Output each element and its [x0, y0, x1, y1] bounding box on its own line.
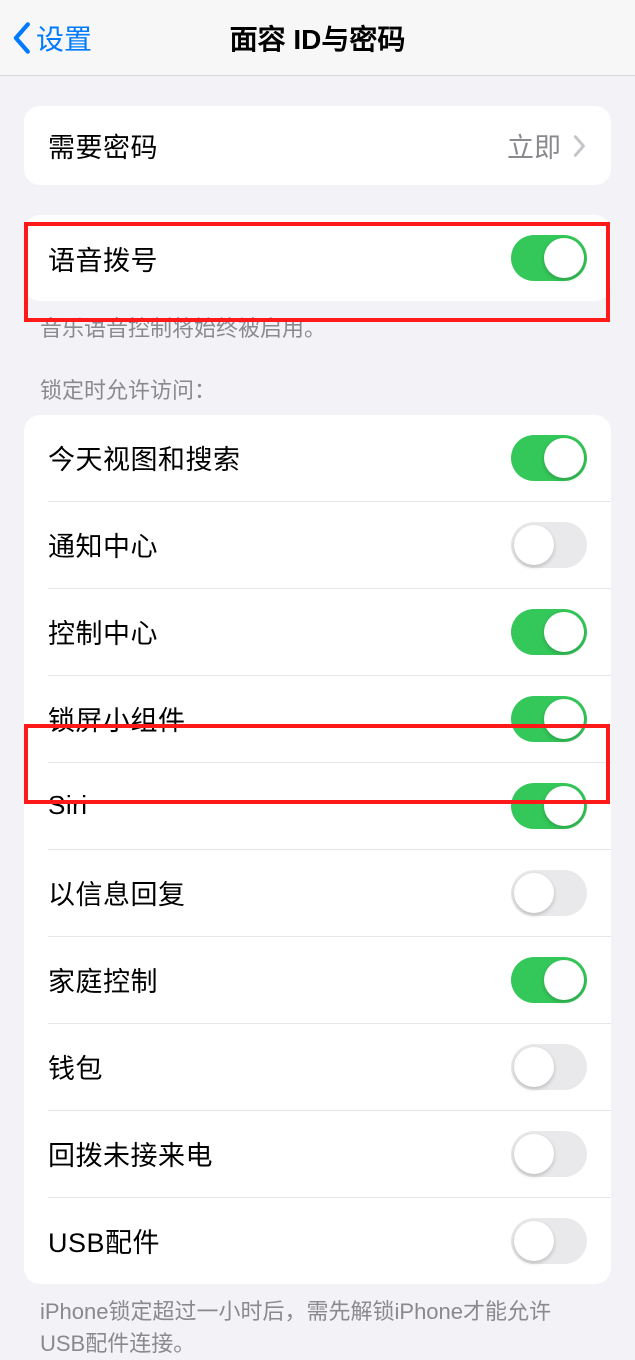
lock-item-label: 家庭控制 [48, 960, 158, 999]
voice-dial-footer: 音乐语音控制将始终被启用。 [0, 301, 635, 345]
lock-item-toggle[interactable] [511, 1218, 587, 1264]
lock-item-label: USB配件 [48, 1221, 160, 1260]
chevron-right-icon [573, 134, 587, 158]
voice-dial-label: 语音拨号 [48, 239, 158, 278]
back-label: 设置 [36, 18, 92, 58]
usb-footer: iPhone锁定超过一小时后，需先解锁iPhone才能允许USB配件连接。 [0, 1284, 635, 1360]
lock-item-toggle[interactable] [511, 609, 587, 655]
lock-item-toggle[interactable] [511, 435, 587, 481]
voice-dial-group: 语音拨号 [24, 215, 611, 301]
voice-dial-row: 语音拨号 [24, 215, 611, 301]
lock-item-row: 通知中心 [48, 501, 611, 588]
voice-dial-toggle[interactable] [511, 235, 587, 281]
require-passcode-value: 立即 [507, 126, 561, 165]
lock-item-row: 家庭控制 [48, 936, 611, 1023]
lock-item-toggle[interactable] [511, 870, 587, 916]
lock-item-row: 锁屏小组件 [48, 675, 611, 762]
require-passcode-group: 需要密码 立即 [24, 106, 611, 185]
lock-item-row: 今天视图和搜索 [24, 415, 611, 501]
lock-item-label: 钱包 [48, 1047, 103, 1086]
lock-item-row: USB配件 [48, 1197, 611, 1284]
lock-item-toggle[interactable] [511, 1044, 587, 1090]
lock-item-label: 控制中心 [48, 612, 158, 651]
lock-item-row: Siri [48, 762, 611, 849]
lock-item-toggle[interactable] [511, 1131, 587, 1177]
lock-item-toggle[interactable] [511, 522, 587, 568]
page-title: 面容 ID与密码 [0, 18, 635, 58]
lock-item-label: Siri [48, 790, 88, 821]
lock-item-row: 回拨未接来电 [48, 1110, 611, 1197]
lock-item-row: 钱包 [48, 1023, 611, 1110]
lock-item-label: 锁屏小组件 [48, 699, 186, 738]
lock-access-group: 今天视图和搜索通知中心控制中心锁屏小组件 Siri 以信息回复家庭控制钱包回拨未接来… [24, 415, 611, 1284]
lock-item-label: 通知中心 [48, 525, 158, 564]
lock-item-label: 今天视图和搜索 [48, 438, 241, 477]
lock-item-label: 回拨未接来电 [48, 1134, 213, 1173]
lock-item-toggle[interactable] [511, 783, 587, 829]
lock-item-label: 以信息回复 [48, 873, 186, 912]
lock-item-toggle[interactable] [511, 696, 587, 742]
navbar: 设置 面容 ID与密码 [0, 0, 635, 76]
require-passcode-row[interactable]: 需要密码 立即 [24, 106, 611, 185]
lock-item-row: 以信息回复 [48, 849, 611, 936]
lock-item-toggle[interactable] [511, 957, 587, 1003]
lock-access-header: 锁定时允许访问： [0, 345, 635, 415]
lock-item-row: 控制中心 [48, 588, 611, 675]
require-passcode-label: 需要密码 [48, 126, 158, 165]
chevron-left-icon [10, 21, 32, 55]
back-button[interactable]: 设置 [0, 18, 92, 58]
